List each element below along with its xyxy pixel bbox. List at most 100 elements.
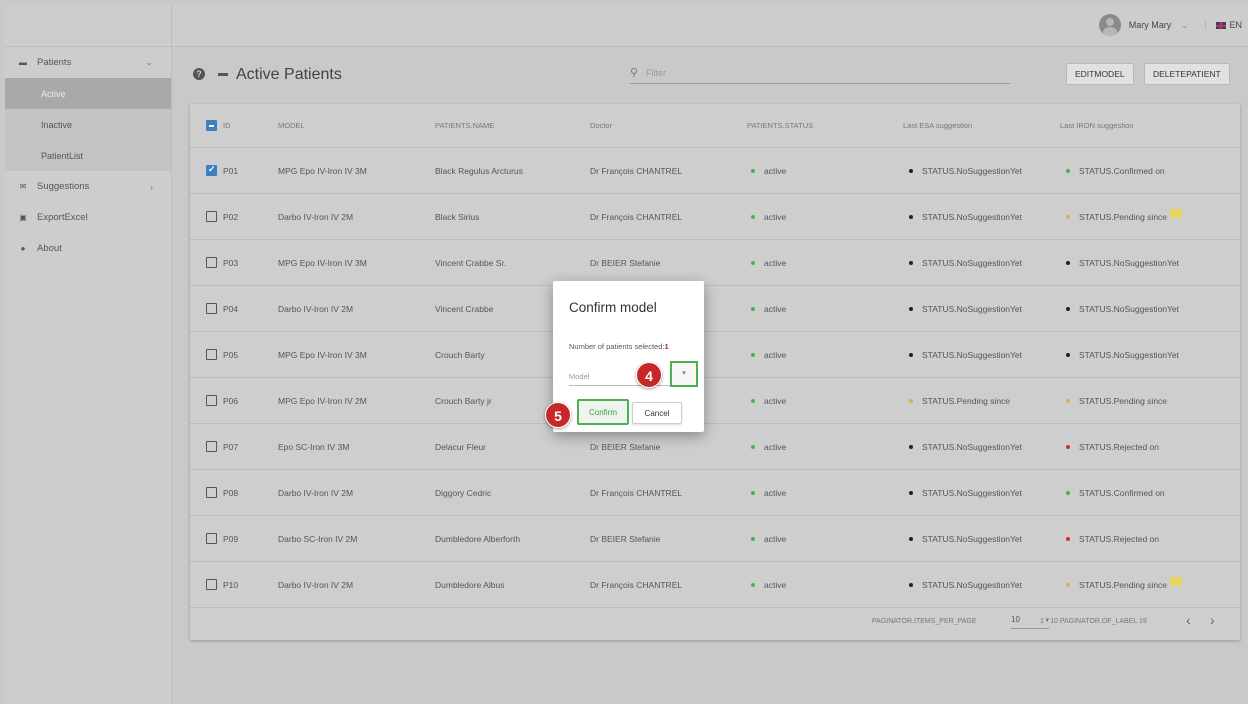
help-icon[interactable]: ? — [193, 68, 205, 80]
iron-suggestion: STATUS.NoSuggestionYet — [1079, 303, 1180, 314]
row-checkbox[interactable] — [206, 257, 217, 268]
patient-doctor: Dr BEIER Stefanie — [590, 257, 661, 268]
model-dropdown-button[interactable]: ▾ — [670, 361, 698, 387]
previous-page-button[interactable]: ‹ — [1186, 612, 1191, 628]
sidebar-item-exportexcel[interactable]: ▣ ExportExcel — [5, 202, 171, 233]
selected-count-label: Number of patients selected: — [569, 342, 665, 351]
edit-model-button[interactable]: EDITMODEL — [1066, 63, 1134, 85]
sidebar-subitem-active[interactable]: Active — [5, 78, 171, 109]
row-id-cell: P09 — [206, 516, 238, 561]
row-id-cell: P04 — [206, 286, 238, 331]
patient-model: MPG Epo IV-Iron IV 2M — [278, 395, 367, 406]
row-checkbox[interactable] — [206, 487, 217, 498]
select-all-checkbox[interactable] — [206, 120, 217, 131]
delete-patient-button[interactable]: DELETEPATIENT — [1144, 63, 1230, 85]
table-row[interactable]: P03 MPG Epo IV-Iron IV 3M Vincent Crabbe S… — [190, 240, 1240, 286]
patient-status-cell: active — [751, 240, 786, 285]
status-dot-icon — [1066, 444, 1070, 449]
patient-status-cell: active — [751, 378, 786, 423]
row-id-cell: P05 — [206, 332, 238, 377]
filter-input[interactable] — [646, 65, 986, 81]
patient-model: Epo SC-Iron IV 3M — [278, 441, 350, 452]
user-menu[interactable]: Mary Mary ⌄ — [1098, 14, 1188, 36]
sidebar-item-suggestions[interactable]: ✉ Suggestions › — [5, 171, 171, 202]
status-dot-icon — [751, 582, 755, 587]
status-dot-icon — [1066, 260, 1070, 265]
row-checkbox[interactable] — [206, 211, 217, 222]
status-dot-icon — [1066, 352, 1070, 357]
status-dot-icon — [1066, 536, 1070, 541]
bed-icon: ▬ — [218, 68, 228, 79]
column-header-doctor: Doctor — [590, 121, 613, 130]
patient-status-cell: active — [751, 562, 786, 607]
patient-name: Vincent Crabbe — [435, 303, 494, 314]
status-dot-icon — [1066, 490, 1070, 495]
row-checkbox[interactable] — [206, 395, 217, 406]
patient-id: P05 — [223, 349, 239, 360]
patient-id: P10 — [223, 579, 239, 590]
patient-id: P07 — [223, 441, 239, 452]
model-placeholder: Model — [569, 372, 590, 381]
patient-status: active — [764, 395, 787, 406]
sidebar-item-patients[interactable]: ▬ Patients ⌄ — [5, 47, 171, 78]
note-icon[interactable] — [1170, 209, 1183, 218]
row-checkbox[interactable] — [206, 349, 217, 360]
column-header-id: ID — [223, 121, 231, 130]
status-dot-icon — [909, 536, 913, 541]
cancel-button[interactable]: Cancel — [632, 402, 682, 424]
status-dot-icon — [909, 306, 913, 311]
step-badge-5: 5 — [545, 402, 571, 428]
table-row[interactable]: P01 MPG Epo IV-Iron IV 3M Black Regulus Ar… — [190, 148, 1240, 194]
column-header-model: MODEL — [278, 121, 305, 130]
row-id-cell: P01 — [206, 148, 238, 193]
table-row[interactable]: P04 Darbo IV-Iron IV 2M Vincent Crabbe acti… — [190, 286, 1240, 332]
iron-suggestion: STATUS.Pending since — [1079, 579, 1168, 590]
search-icon: ⚲ — [630, 67, 639, 79]
patient-model: Darbo IV-Iron IV 2M — [278, 303, 354, 314]
iron-suggestion-cell: STATUS.Pending since — [1066, 562, 1183, 607]
status-dot-icon — [909, 352, 913, 357]
esa-suggestion: STATUS.NoSuggestionYet — [922, 211, 1023, 222]
selected-count-value: 1 — [664, 342, 669, 351]
sidebar: ▬ Patients ⌄ Active Inactive PatientList… — [5, 5, 172, 704]
patient-doctor: Dr François CHANTREL — [590, 487, 683, 498]
language-selector[interactable]: EN — [1205, 20, 1242, 30]
confirm-button[interactable]: Confirm — [577, 399, 629, 425]
iron-suggestion: STATUS.Confirmed on — [1079, 487, 1165, 498]
patient-model: Darbo IV-Iron IV 2M — [278, 579, 354, 590]
iron-suggestion-cell: STATUS.NoSuggestionYet — [1066, 240, 1179, 285]
patient-doctor: Dr François CHANTREL — [590, 579, 683, 590]
row-checkbox[interactable] — [206, 533, 217, 544]
table-row[interactable]: P05 MPG Epo IV-Iron IV 3M Crouch Barty acti… — [190, 332, 1240, 378]
chevron-right-icon: › — [150, 181, 153, 192]
row-id-cell: P02 — [206, 194, 238, 239]
sidebar-subitem-patientlist[interactable]: PatientList — [5, 140, 171, 171]
table-header-row: ID MODEL PATIENTS.NAME Doctor PATIENTS.S… — [190, 104, 1240, 148]
note-icon[interactable] — [1170, 577, 1183, 586]
table-row[interactable]: P08 Darbo IV-Iron IV 2M Diggory Cedric Dr F… — [190, 470, 1240, 516]
row-checkbox[interactable] — [206, 441, 217, 452]
row-checkbox[interactable] — [206, 303, 217, 314]
bed-icon: ▬ — [19, 58, 27, 67]
table-row[interactable]: P09 Darbo SC-Iron IV 2M Dumbledore Alberfo… — [190, 516, 1240, 562]
table-row[interactable]: P07 Epo SC-Iron IV 3M Delacur Fleur Dr BEIE… — [190, 424, 1240, 470]
esa-suggestion: STATUS.NoSuggestionYet — [922, 487, 1023, 498]
patient-status-cell: active — [751, 194, 786, 239]
sidebar-item-about[interactable]: ● About — [5, 233, 171, 264]
esa-suggestion-cell: STATUS.NoSuggestionYet — [909, 470, 1022, 515]
status-dot-icon — [1066, 582, 1070, 587]
esa-suggestion-cell: STATUS.NoSuggestionYet — [909, 516, 1022, 561]
top-bar: Mary Mary ⌄ EN — [172, 5, 1248, 47]
table-row[interactable]: P06 MPG Epo IV-Iron IV 2M Crouch Barty jr a… — [190, 378, 1240, 424]
row-checkbox[interactable] — [206, 579, 217, 590]
row-checkbox[interactable] — [206, 164, 217, 176]
patient-status: active — [764, 579, 787, 590]
header-id-cell: ID — [206, 104, 231, 147]
sidebar-subitem-inactive[interactable]: Inactive — [5, 109, 171, 140]
confirm-model-dialog: Confirm model Number of patients selecte… — [553, 281, 704, 432]
patient-status-cell: active — [751, 148, 786, 193]
status-dot-icon — [1066, 214, 1070, 219]
iron-suggestion-cell: STATUS.Confirmed on — [1066, 148, 1165, 193]
next-page-button[interactable]: › — [1210, 612, 1215, 628]
table-row[interactable]: P02 Darbo IV-Iron IV 2M Black Sirius Dr Fra… — [190, 194, 1240, 240]
